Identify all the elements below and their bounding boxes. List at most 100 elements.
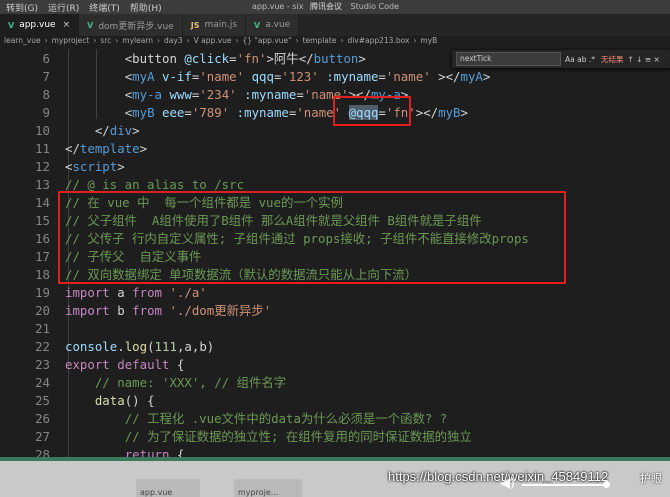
code-token: > — [482, 69, 491, 84]
code-token: >阿牛</ — [266, 51, 314, 66]
code-token: console — [65, 339, 118, 354]
code-token: > — [460, 105, 468, 120]
line-number: 22 — [35, 339, 50, 354]
code-line[interactable]: 19 import a from './a' — [0, 284, 670, 302]
breadcrumb-separator: › — [44, 36, 48, 45]
code-token: // 工程化 .vue文件中的data为什么必须是一个函数? ? — [124, 411, 448, 426]
line-number: 21 — [35, 321, 50, 336]
window-title-prefix: app.vue - six — [252, 2, 304, 11]
vue-file-icon: V — [8, 20, 15, 30]
line-number: 25 — [35, 393, 50, 408]
code-token: 'name' — [385, 69, 431, 84]
code-line[interactable]: 24 // name: 'XXX', // 组件名字 — [0, 374, 670, 392]
code-line[interactable]: 23 export default { — [0, 356, 670, 374]
tab-dom-update-vue[interactable]: V dom更新异步.vue — [79, 14, 183, 36]
code-text: <myA v-if='name' qqq='123' :myname='name… — [65, 68, 491, 86]
breadcrumb-item[interactable]: src — [100, 36, 111, 45]
close-icon[interactable]: × — [63, 20, 71, 30]
code-token: b — [109, 303, 133, 318]
code-line[interactable]: 21 — [0, 320, 670, 338]
line-number: 24 — [35, 375, 50, 390]
tab-app-vue[interactable]: V app.vue × — [0, 14, 80, 36]
find-controls[interactable]: ↑ ↓ ≡ × — [628, 55, 660, 64]
code-text: import b from './dom更新异步' — [65, 302, 271, 320]
breadcrumb-item[interactable]: myB — [420, 36, 437, 45]
code-token: import — [65, 285, 110, 300]
breadcrumb-item[interactable]: mylearn — [122, 36, 153, 45]
code-text: console.log(111,a,b) — [65, 338, 214, 356]
code-token: './a' — [169, 285, 207, 300]
code-token: ></ — [415, 105, 439, 120]
line-number: 9 — [42, 105, 50, 120]
breadcrumb-separator: › — [340, 36, 344, 45]
code-token: export — [65, 357, 110, 372]
find-options[interactable]: Aa ab .* — [565, 55, 595, 64]
breadcrumb-item[interactable]: template — [303, 36, 337, 45]
progress-bar[interactable] — [522, 484, 606, 486]
taskbar-item[interactable]: myproje... — [234, 479, 302, 497]
code-token: > — [139, 141, 148, 156]
code-token: default — [117, 357, 170, 372]
breadcrumb-item[interactable]: div#app213.box — [347, 36, 409, 45]
code-line[interactable]: 12 <script> — [0, 158, 670, 176]
tab-label: main.js — [204, 20, 238, 30]
code-token: '234' — [199, 87, 237, 102]
line-number: 27 — [35, 429, 50, 444]
code-line[interactable]: 26 // 工程化 .vue文件中的data为什么必须是一个函数? ? — [0, 410, 670, 428]
tab-main-js[interactable]: JS main.js — [182, 14, 247, 36]
code-token: button — [313, 51, 359, 66]
code-token: script — [72, 159, 118, 174]
line-number: 17 — [35, 249, 50, 264]
line-number: 10 — [35, 123, 50, 138]
code-line[interactable]: 11 </template> — [0, 140, 670, 158]
breadcrumb-item[interactable]: learn_vue — [4, 36, 41, 45]
menu-go[interactable]: 转到(G) — [6, 1, 38, 14]
menu-terminal[interactable]: 终端(T) — [89, 1, 120, 14]
code-token: = — [296, 87, 304, 102]
code-token: eee — [162, 105, 185, 120]
line-number: 15 — [35, 213, 50, 228]
menu-help[interactable]: 帮助(H) — [130, 1, 162, 14]
taskbar-item[interactable]: app.vue — [136, 479, 200, 497]
breadcrumb-item[interactable]: day3 — [164, 36, 183, 45]
code-line[interactable]: 25 data() { — [0, 392, 670, 410]
code-line[interactable]: 22 console.log(111,a,b) — [0, 338, 670, 356]
code-token: @click — [184, 51, 230, 66]
code-line[interactable]: 27 // 为了保证数据的独立性; 在组件复用的同时保证数据的独立 — [0, 428, 670, 446]
eye-care-badge[interactable]: 护眼 — [640, 470, 662, 486]
code-token: '789' — [191, 105, 230, 120]
progress-knob[interactable] — [603, 481, 610, 488]
code-token: my-a — [132, 87, 162, 102]
menu-run[interactable]: 运行(R) — [48, 1, 79, 14]
code-token: from — [132, 285, 162, 300]
breadcrumb-item[interactable]: {} "app.vue" — [242, 36, 291, 45]
code-line[interactable]: 7 <myA v-if='name' qqq='123' :myname='na… — [0, 68, 670, 86]
line-number: 20 — [35, 303, 50, 318]
find-input[interactable]: nextTick — [456, 52, 561, 66]
code-token: = — [378, 69, 386, 84]
line-number: 7 — [42, 69, 50, 84]
breadcrumb-item[interactable]: V app.vue — [194, 36, 232, 45]
annotation-box-comments — [58, 191, 566, 284]
code-token: myA — [132, 69, 155, 84]
code-text: // 为了保证数据的独立性; 在组件复用的同时保证数据的独立 — [65, 428, 472, 446]
code-token: = — [184, 105, 192, 120]
code-line[interactable]: 20 import b from './dom更新异步' — [0, 302, 670, 320]
breadcrumb-separator: › — [413, 36, 417, 45]
tab-a-vue[interactable]: V a.vue — [246, 14, 300, 36]
code-token: // @ is an alias to /src — [65, 177, 245, 192]
editor-tabs: V app.vue × V dom更新异步.vue JS main.js V a… — [0, 14, 670, 36]
breadcrumb-separator: › — [235, 36, 239, 45]
code-token: log — [124, 339, 148, 354]
code-token: ></ — [430, 69, 461, 84]
code-text: // name: 'XXX', // 组件名字 — [65, 374, 286, 392]
breadcrumb-item[interactable]: myproject — [52, 36, 90, 45]
volume-icon[interactable]: ◀) — [500, 476, 515, 491]
